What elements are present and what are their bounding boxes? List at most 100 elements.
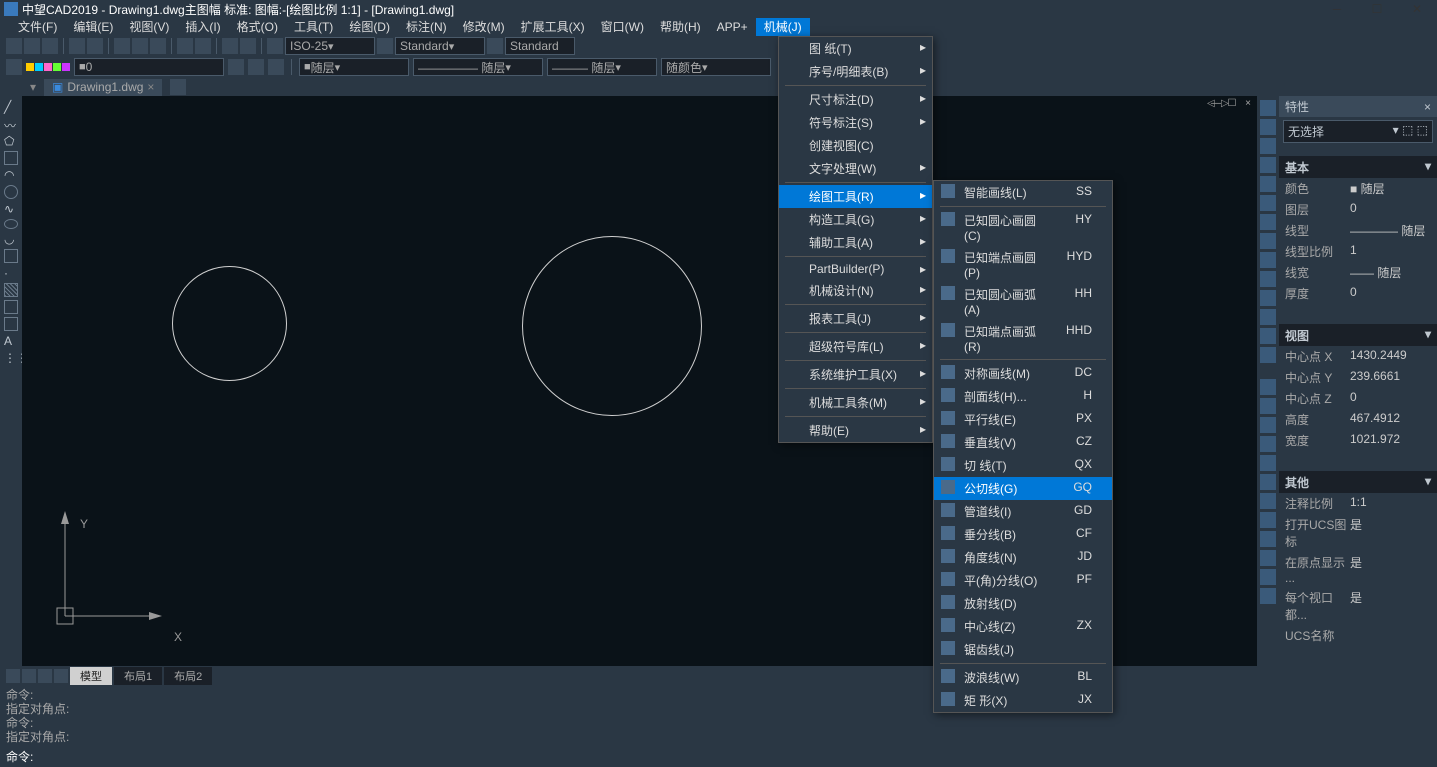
- property-row[interactable]: 颜色■ 随层: [1279, 178, 1437, 199]
- modify-icon-11[interactable]: [1260, 290, 1276, 306]
- menu-item[interactable]: 系统维护工具(X)▸: [779, 363, 932, 386]
- submenu-item[interactable]: 已知圆心画弧(A)HH: [934, 283, 1112, 320]
- submenu-item[interactable]: 已知圆心画圆(C)HY: [934, 209, 1112, 246]
- viewcube-controls[interactable]: ◁▷: [1207, 98, 1233, 109]
- command-input[interactable]: 命令:: [0, 746, 1437, 767]
- polyline-icon[interactable]: 〰: [4, 117, 18, 131]
- palette-icon-1[interactable]: [1260, 379, 1276, 395]
- submenu-item[interactable]: 切 线(T)QX: [934, 454, 1112, 477]
- layer-prev-icon[interactable]: [228, 59, 244, 75]
- zoom-icon[interactable]: [240, 38, 256, 54]
- redo-icon[interactable]: [195, 38, 211, 54]
- layer-iso-icon[interactable]: [248, 59, 264, 75]
- menu-item[interactable]: 文字处理(W)▸: [779, 157, 932, 180]
- property-row[interactable]: 线型———— 随层: [1279, 220, 1437, 241]
- plotcolor-dropdown[interactable]: 随颜色 ▾: [661, 58, 771, 76]
- submenu-item[interactable]: 对称画线(M)DC: [934, 362, 1112, 385]
- menu-item[interactable]: 视图(V): [121, 18, 177, 36]
- layout-tab[interactable]: 布局1: [114, 667, 162, 685]
- menu-item[interactable]: 修改(M): [455, 18, 513, 36]
- layer-frz-icon[interactable]: [268, 59, 284, 75]
- modify-icon-5[interactable]: [1260, 176, 1276, 192]
- block-icon[interactable]: [4, 249, 18, 263]
- modify-icon-7[interactable]: [1260, 214, 1276, 230]
- property-row[interactable]: 宽度1021.972: [1279, 430, 1437, 451]
- maximize-button[interactable]: ☐: [1357, 0, 1397, 18]
- menu-item[interactable]: 标注(N): [398, 18, 455, 36]
- text-icon[interactable]: [377, 38, 393, 54]
- view-section-header[interactable]: 视图▾: [1279, 325, 1437, 346]
- menu-item[interactable]: 绘图工具(R)▸: [779, 185, 932, 208]
- undo-icon[interactable]: [177, 38, 193, 54]
- property-row[interactable]: 每个视口都...是: [1279, 587, 1437, 625]
- submenu-item[interactable]: 垂直线(V)CZ: [934, 431, 1112, 454]
- menu-item[interactable]: 扩展工具(X): [513, 18, 593, 36]
- palette-icon-8[interactable]: [1260, 512, 1276, 528]
- submenu-item[interactable]: 平(角)分线(O)PF: [934, 569, 1112, 592]
- modify-icon-10[interactable]: [1260, 271, 1276, 287]
- palette-icon-10[interactable]: [1260, 550, 1276, 566]
- minimize-button[interactable]: ─: [1317, 0, 1357, 18]
- palette-icon-4[interactable]: [1260, 436, 1276, 452]
- close-button[interactable]: ✕: [1397, 0, 1437, 18]
- modify-icon-1[interactable]: [1260, 100, 1276, 116]
- palette-icon-9[interactable]: [1260, 531, 1276, 547]
- property-row[interactable]: 注释比例1:1: [1279, 493, 1437, 514]
- palette-icon-7[interactable]: [1260, 493, 1276, 509]
- region-icon[interactable]: [4, 300, 18, 314]
- property-row[interactable]: 在原点显示 ...是: [1279, 552, 1437, 587]
- menu-item[interactable]: 辅助工具(A)▸: [779, 231, 932, 254]
- property-row[interactable]: 线型比例1: [1279, 241, 1437, 262]
- dim-icon[interactable]: [267, 38, 283, 54]
- modify-icon-13[interactable]: [1260, 328, 1276, 344]
- layer-dropdown[interactable]: ■ 0: [74, 58, 224, 76]
- property-row[interactable]: 中心点 Y239.6661: [1279, 367, 1437, 388]
- property-row[interactable]: 中心点 Z0: [1279, 388, 1437, 409]
- paste-icon[interactable]: [150, 38, 166, 54]
- menu-item[interactable]: 报表工具(J)▸: [779, 307, 932, 330]
- layout-tab[interactable]: 布局2: [164, 667, 212, 685]
- line-icon[interactable]: ╱: [4, 100, 18, 114]
- modify-icon-6[interactable]: [1260, 195, 1276, 211]
- palette-icon-5[interactable]: [1260, 455, 1276, 471]
- rectangle-icon[interactable]: [4, 151, 18, 165]
- preview-icon[interactable]: [87, 38, 103, 54]
- submenu-item[interactable]: 波浪线(W)BL: [934, 666, 1112, 689]
- menu-item[interactable]: 构造工具(G)▸: [779, 208, 932, 231]
- submenu-item[interactable]: 智能画线(L)SS: [934, 181, 1112, 204]
- text-icon[interactable]: A: [4, 334, 18, 348]
- other-section-header[interactable]: 其他▾: [1279, 472, 1437, 493]
- submenu-item[interactable]: 中心线(Z)ZX: [934, 615, 1112, 638]
- menu-item[interactable]: 帮助(H): [652, 18, 709, 36]
- arc-icon[interactable]: ◠: [4, 168, 18, 182]
- tab-first-icon[interactable]: [6, 669, 20, 683]
- lineweight-dropdown[interactable]: ——— 随层 ▾: [547, 58, 657, 76]
- menu-item[interactable]: 工具(T): [286, 18, 341, 36]
- selection-dropdown[interactable]: 无选择▾ ⬚ ⬚: [1283, 120, 1433, 143]
- menu-item[interactable]: 编辑(E): [65, 18, 121, 36]
- polygon-icon[interactable]: ⬠: [4, 134, 18, 148]
- menu-item[interactable]: 机械(J): [756, 18, 810, 36]
- menu-item[interactable]: APP+: [709, 18, 756, 36]
- modify-icon-9[interactable]: [1260, 252, 1276, 268]
- document-tab[interactable]: ▣ Drawing1.dwg ×: [44, 79, 162, 96]
- bylayer-color-dropdown[interactable]: ■ 随层 ▾: [299, 58, 409, 76]
- new-icon[interactable]: [6, 38, 22, 54]
- menu-item[interactable]: 图 纸(T)▸: [779, 37, 932, 60]
- modify-icon-2[interactable]: [1260, 119, 1276, 135]
- doc-close-icon[interactable]: ×: [1241, 98, 1255, 110]
- pan-icon[interactable]: [222, 38, 238, 54]
- menu-item[interactable]: 创建视图(C): [779, 134, 932, 157]
- dim-style-dropdown[interactable]: ISO-25 ▾: [285, 37, 375, 55]
- menu-item[interactable]: 插入(I): [177, 18, 228, 36]
- palette-icon-2[interactable]: [1260, 398, 1276, 414]
- submenu-item[interactable]: 平行线(E)PX: [934, 408, 1112, 431]
- property-row[interactable]: 图层0: [1279, 199, 1437, 220]
- text-style-dropdown[interactable]: Standard ▾: [395, 37, 485, 55]
- menu-item[interactable]: 尺寸标注(D)▸: [779, 88, 932, 111]
- spline-icon[interactable]: ∿: [4, 202, 18, 216]
- menu-item[interactable]: 绘图(D): [341, 18, 398, 36]
- menu-item[interactable]: PartBuilder(P)▸: [779, 259, 932, 279]
- property-row[interactable]: UCS名称: [1279, 625, 1437, 646]
- copy-icon[interactable]: [132, 38, 148, 54]
